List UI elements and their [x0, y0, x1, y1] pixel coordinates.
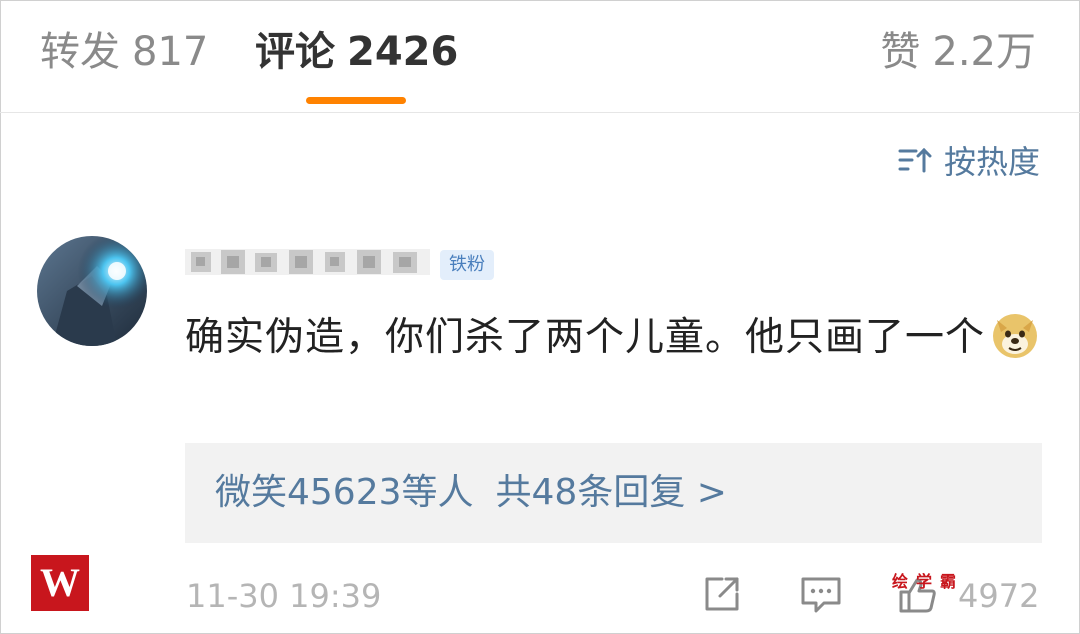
reply-count-link[interactable]: 共48条回复 > — [496, 472, 727, 513]
comment-icon[interactable] — [800, 576, 842, 614]
comment-body: 确实伪造，你们杀了两个儿童。他只画了一个 — [185, 308, 1045, 365]
sort-label: 按热度 — [943, 143, 1040, 181]
tab-like[interactable]: 赞 2.2万 — [880, 28, 1036, 76]
tab-comment-label: 评论 — [255, 29, 335, 75]
like-count: 4972 — [958, 577, 1040, 615]
comment-text: 确实伪造，你们杀了两个儿童。他只画了一个 — [185, 315, 986, 360]
tab-repost[interactable]: 转发 817 — [40, 28, 208, 76]
site-logo: W — [31, 555, 89, 611]
tab-repost-count: 817 — [132, 29, 209, 75]
fan-badge[interactable]: 铁粉 — [440, 250, 494, 280]
avatar[interactable] — [37, 236, 147, 346]
tab-comment[interactable]: 评论 2426 — [255, 28, 458, 76]
tab-like-label: 赞 — [880, 29, 921, 75]
avatar-image — [37, 236, 147, 346]
comment-time: 11-30 19:39 — [186, 577, 382, 615]
tab-comment-count: 2426 — [347, 29, 459, 75]
watermark: 绘学霸 — [892, 572, 965, 591]
reply-likers[interactable]: 微笑45623等人 — [215, 472, 474, 513]
doge-emoji-icon — [993, 314, 1038, 358]
tab-bar: 转发 817 评论 2426 赞 2.2万 — [0, 0, 1080, 113]
share-icon[interactable] — [702, 574, 742, 614]
reply-summary: 微笑45623等人 共48条回复 > — [215, 443, 727, 543]
sort-button[interactable]: 按热度 — [898, 140, 1040, 181]
sort-icon — [898, 147, 932, 173]
tab-repost-label: 转发 — [40, 29, 120, 75]
tab-like-count: 2.2万 — [932, 29, 1036, 75]
username-blurred[interactable] — [185, 245, 430, 279]
reply-summary-box[interactable]: 微笑45623等人 共48条回复 > — [185, 443, 1042, 543]
active-tab-indicator — [306, 97, 406, 104]
